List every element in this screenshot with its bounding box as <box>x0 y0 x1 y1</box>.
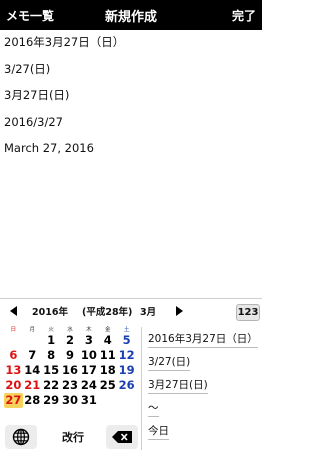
calendar-day[interactable]: 29 <box>42 393 61 408</box>
calendar-day[interactable]: 18 <box>98 363 117 378</box>
weekday-label: 日 <box>10 327 17 333</box>
calendar-day[interactable]: 1 <box>42 333 61 348</box>
weekday-label: 火 <box>48 327 54 333</box>
calendar-day[interactable]: 15 <box>42 363 61 378</box>
suggestion-item[interactable]: 3/27(日) <box>148 355 262 378</box>
calendar-day[interactable]: 17 <box>79 363 98 378</box>
calendar-day[interactable]: 11 <box>98 348 117 363</box>
calendar-year: 2016年 <box>32 307 68 318</box>
calendar-day[interactable]: 26 <box>117 378 136 393</box>
calendar-day[interactable]: 23 <box>61 378 80 393</box>
previous-month-icon[interactable] <box>10 306 17 316</box>
calendar-header: 2016年 (平成28年) 3月 123 <box>0 299 262 323</box>
calendar-day[interactable]: 8 <box>42 348 61 363</box>
calendar-day[interactable]: 22 <box>42 378 61 393</box>
calendar-day[interactable]: 31 <box>79 393 98 408</box>
calendar-month: 3月 <box>140 307 157 318</box>
suggestion-label: 今日 <box>148 424 169 440</box>
calendar-era-year: (平成28年) <box>82 307 133 318</box>
calendar-empty-cell <box>23 333 42 348</box>
memo-list-button[interactable]: メモ一覧 <box>6 7 54 24</box>
calendar-day[interactable]: 19 <box>117 363 136 378</box>
suggestion-item[interactable]: 〜 <box>148 401 262 424</box>
date-keyboard: 2016年 (平成28年) 3月 123 日月火水木金土 1 2 3 4 5 6 7 8 9 10… <box>0 298 262 450</box>
calendar-day[interactable]: 7 <box>23 348 42 363</box>
suggestion-item[interactable]: 2016年3月27日（日） <box>148 332 262 355</box>
calendar-empty-cell <box>4 333 23 348</box>
suggestion-item[interactable]: 今日 <box>148 424 262 447</box>
calendar-empty-cell <box>117 393 136 408</box>
calendar-day[interactable]: 3 <box>79 333 98 348</box>
calendar-day[interactable]: 2 <box>61 333 80 348</box>
weekday-label: 金 <box>104 327 111 333</box>
memo-line: 2016年3月27日（日） <box>4 35 125 49</box>
calendar-day[interactable]: 21 <box>23 378 42 393</box>
keyboard-bottom-bar: 改行 <box>0 423 142 450</box>
globe-icon <box>12 428 30 446</box>
memo-line: 3月27日(日) <box>4 88 70 102</box>
calendar-day[interactable]: 16 <box>61 363 80 378</box>
done-button[interactable]: 完了 <box>232 7 256 24</box>
suggestion-label: 2016年3月27日（日） <box>148 332 258 348</box>
weekday-label: 土 <box>123 327 130 333</box>
suggestion-label: 3月27日(日) <box>148 378 208 394</box>
memo-line: 3/27(日) <box>4 61 51 76</box>
memo-line: March 27, 2016 <box>4 141 94 155</box>
delete-button[interactable] <box>106 425 138 449</box>
suggestion-item[interactable]: 3月27日(日) <box>148 378 262 401</box>
memo-text-area[interactable]: 2016年3月27日（日） 3/27(日) 3月27日(日) 2016/3/27… <box>4 30 258 163</box>
navigation-bar: メモ一覧 新規作成 完了 <box>0 0 262 30</box>
numeric-keyboard-button[interactable]: 123 <box>236 304 260 321</box>
calendar-day[interactable]: 9 <box>61 348 80 363</box>
memo-line: 2016/3/27 <box>4 114 63 129</box>
calendar-days: 1 2 3 4 5 6 7 8 9 10 11 12 13 14 15 16 17 18 19 20 21 22 23 24 2… <box>4 333 136 408</box>
backspace-icon <box>112 431 132 443</box>
calendar-day[interactable]: 24 <box>79 378 98 393</box>
calendar-day[interactable]: 27 <box>4 393 23 408</box>
weekday-label: 月 <box>29 327 36 333</box>
calendar-day[interactable]: 14 <box>23 363 42 378</box>
calendar-day[interactable]: 30 <box>61 393 80 408</box>
weekday-label: 水 <box>67 327 73 333</box>
calendar-day[interactable]: 28 <box>23 393 42 408</box>
enter-button[interactable]: 改行 <box>62 429 84 445</box>
calendar-day[interactable]: 4 <box>98 333 117 348</box>
weekday-label: 木 <box>86 327 92 333</box>
calendar-day[interactable]: 10 <box>79 348 98 363</box>
globe-button[interactable] <box>5 425 37 449</box>
calendar-day[interactable]: 13 <box>4 363 23 378</box>
calendar-day[interactable]: 5 <box>117 333 136 348</box>
calendar-empty-cell <box>98 393 117 408</box>
calendar-day[interactable]: 25 <box>98 378 117 393</box>
date-suggestions: 2016年3月27日（日） 3/27(日) 3月27日(日) 〜 今日 <box>148 332 262 447</box>
suggestion-label: 3/27(日) <box>148 355 191 371</box>
suggestion-label: 〜 <box>148 401 159 417</box>
calendar-day[interactable]: 12 <box>117 348 136 363</box>
calendar-day[interactable]: 20 <box>4 378 23 393</box>
calendar-day[interactable]: 6 <box>4 348 23 363</box>
weekday-header-row: 日月火水木金土 <box>4 325 136 333</box>
calendar-grid: 日月火水木金土 1 2 3 4 5 6 7 8 9 10 11 12 13 14 15 16 17 18 19 20 2… <box>4 325 136 408</box>
next-month-icon[interactable] <box>176 306 183 316</box>
